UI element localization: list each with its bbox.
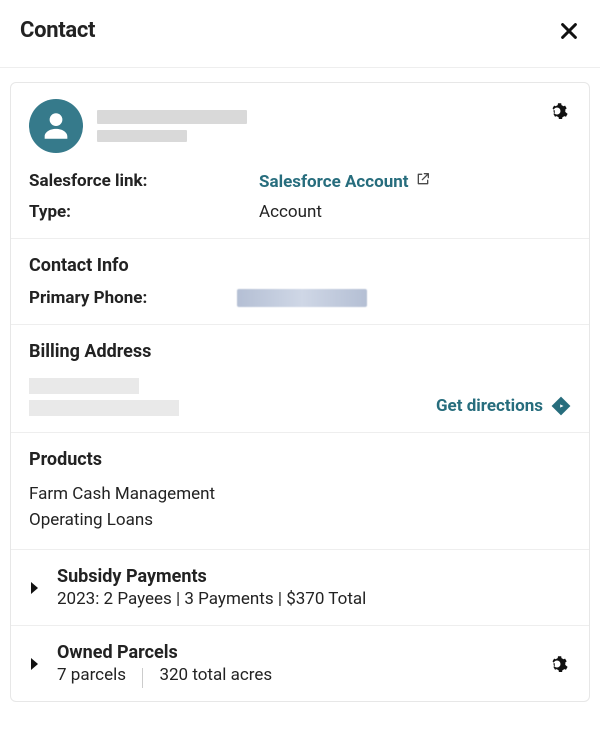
chevron-right-icon[interactable] [29,581,41,595]
billing-address-section: Billing Address Get directions [11,324,589,432]
panel-title: Contact [20,18,95,43]
owned-parcels-summary: 7 parcels 320 total acres [57,665,272,685]
redacted-text [29,378,139,394]
billing-address-value [29,378,179,416]
directions-icon [551,396,571,416]
subsidy-summary: 2023: 2 Payees | 3 Payments | $370 Total [57,589,366,609]
external-link-icon [415,171,431,192]
get-directions-label: Get directions [436,396,543,416]
parcels-count: 7 parcels [57,665,126,685]
contact-info-section: Contact Info Primary Phone: [11,238,589,324]
contact-summary-section: Salesforce link: Salesforce Account Type… [11,83,589,238]
redacted-text [97,110,247,124]
redacted-phone [237,289,367,307]
product-item: Farm Cash Management [29,482,571,508]
contact-info-title: Contact Info [29,255,571,276]
type-value: Account [259,202,571,222]
product-item: Operating Loans [29,508,571,534]
type-label: Type: [29,202,259,222]
subsidy-title: Subsidy Payments [57,566,366,587]
panel-header: Contact [0,0,600,68]
acres-count: 320 total acres [159,665,272,685]
owned-parcels-section: Owned Parcels 7 parcels 320 total acres [11,625,589,701]
primary-phone-label: Primary Phone: [29,288,147,308]
contact-name [97,110,247,142]
salesforce-link-text: Salesforce Account [259,172,409,192]
salesforce-link-label: Salesforce link: [29,171,259,192]
redacted-text [29,400,179,416]
subsidy-payments-section: Subsidy Payments 2023: 2 Payees | 3 Paym… [11,549,589,625]
contact-card: Salesforce link: Salesforce Account Type… [10,82,590,702]
chevron-right-icon[interactable] [29,657,41,671]
avatar-row [29,99,247,153]
close-icon[interactable] [558,20,580,42]
get-directions-link[interactable]: Get directions [436,396,571,416]
billing-address-title: Billing Address [29,341,571,362]
products-section: Products Farm Cash Management Operating … [11,432,589,549]
salesforce-account-link[interactable]: Salesforce Account [259,171,431,192]
avatar [29,99,83,153]
divider [142,668,143,688]
gear-icon[interactable] [547,652,571,676]
owned-parcels-title: Owned Parcels [57,642,272,663]
products-title: Products [29,449,571,470]
salesforce-grid: Salesforce link: Salesforce Account Type… [29,171,571,222]
redacted-text [97,130,187,142]
gear-icon[interactable] [547,99,571,123]
